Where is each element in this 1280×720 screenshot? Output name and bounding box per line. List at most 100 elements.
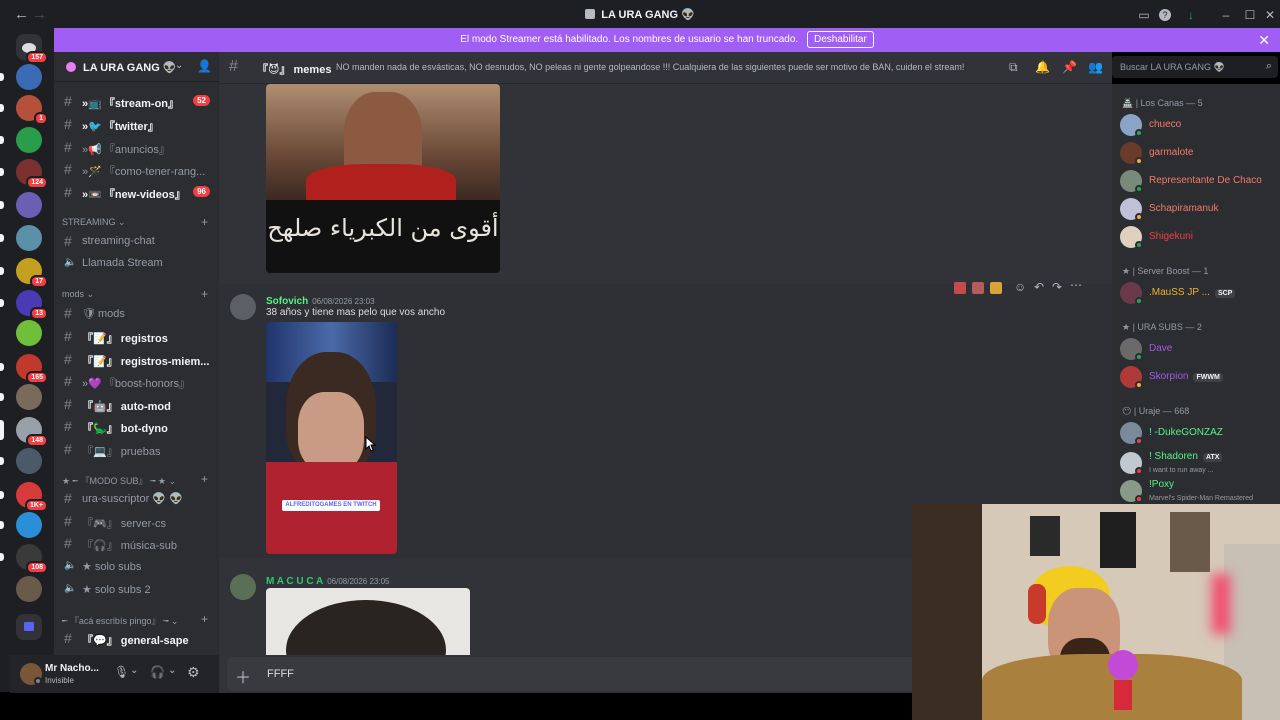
channel-item[interactable]: # »📺 『stream-on』 52 <box>62 91 214 111</box>
channel-item[interactable]: # »📼 『new-videos』 96 <box>62 182 214 202</box>
add-member-icon[interactable]: 👤 <box>197 59 212 73</box>
member-item[interactable]: ! -DukeGONZAZ <box>1120 420 1280 448</box>
channel-item[interactable]: 🔈 ★ solo subs <box>62 556 214 576</box>
server-icon[interactable]: 124 <box>16 159 48 189</box>
help-icon[interactable]: ? <box>1159 9 1171 21</box>
channel-item[interactable]: # 『🦕』 bot-dyno <box>62 416 214 436</box>
member-item[interactable]: Dave <box>1120 336 1280 364</box>
server-icon[interactable]: 1 <box>16 95 48 125</box>
channel-item[interactable]: # »💜 『boost-honors』 <box>62 371 214 391</box>
minimize-icon[interactable]: – <box>1218 7 1234 23</box>
channel-category[interactable]: ╾ 『acá escribís pingo』 ╼ ⌄ + <box>62 612 212 627</box>
server-icon[interactable] <box>16 64 42 90</box>
server-icon[interactable]: 148 <box>16 417 48 447</box>
status-indicator <box>1135 381 1143 389</box>
server-icon[interactable]: 165 <box>16 354 48 384</box>
server-icon[interactable] <box>16 320 42 346</box>
server-icon[interactable] <box>16 384 42 410</box>
channel-item[interactable]: # 『📝』 registros-miem... <box>62 349 214 369</box>
member-item[interactable]: ! Shadoren ATX I want to run away ... <box>1120 450 1280 478</box>
close-banner-icon[interactable]: ✕ <box>1258 28 1270 52</box>
server-icon[interactable] <box>16 127 42 153</box>
channel-item[interactable]: 🔈 ★ solo subs 2 <box>62 579 214 599</box>
reply-icon[interactable]: ↶ <box>1034 280 1044 294</box>
threads-icon[interactable]: ⧉ <box>1009 60 1018 75</box>
server-icon[interactable]: 1K+ <box>16 482 48 512</box>
channel-item[interactable]: # »📢 『anuncios』 <box>62 137 214 157</box>
member-item[interactable]: .MauSS JP ... SCP <box>1120 280 1280 308</box>
avatar[interactable] <box>230 294 256 320</box>
status-indicator <box>1135 157 1143 165</box>
member-item[interactable]: garmalote <box>1120 140 1280 168</box>
chevron-down-icon[interactable]: ⌄ <box>168 665 176 676</box>
message-timestamp: 06/08/2026 23:03 <box>312 297 375 306</box>
message-author[interactable]: M A C U C A <box>266 576 323 587</box>
more-options-icon[interactable]: ⋯ <box>1070 278 1082 292</box>
search-input[interactable]: Buscar LA URA GANG 👽 <box>1120 62 1225 73</box>
headphones-icon[interactable]: 🎧 <box>150 665 165 679</box>
message-input[interactable]: FFFF <box>267 668 294 680</box>
member-item[interactable]: Shigekuni <box>1120 224 1280 252</box>
add-reaction-icon[interactable]: ☺ <box>1014 280 1026 294</box>
channel-item[interactable]: # ura-suscriptor 👽 👽 <box>62 488 214 508</box>
channel-item[interactable]: # 🛡 mods <box>62 303 214 323</box>
reaction-icon[interactable] <box>954 282 966 294</box>
member-item[interactable]: Representante De Chaco <box>1120 168 1280 196</box>
message-image[interactable] <box>266 588 470 655</box>
channel-category[interactable]: mods ⌄ + <box>62 287 212 301</box>
server-icon[interactable]: 13 <box>16 290 48 320</box>
chevron-down-icon[interactable]: ⌄ <box>130 665 138 676</box>
forward-icon[interactable]: ↷ <box>1052 280 1062 294</box>
add-channel-icon[interactable]: + <box>201 472 208 486</box>
maximize-icon[interactable]: ☐ <box>1242 7 1258 23</box>
folder-icon[interactable] <box>16 614 42 640</box>
channel-item[interactable]: # »🪄 『como-tener-rang... <box>62 159 214 179</box>
inbox-icon[interactable]: ▭ <box>1136 7 1152 23</box>
reaction-icon[interactable] <box>990 282 1002 294</box>
member-list-icon[interactable]: 👥 <box>1088 60 1103 74</box>
channel-item[interactable]: 🔈 Llamada Stream <box>62 253 214 273</box>
settings-gear-icon[interactable]: ⚙ <box>187 664 200 681</box>
channel-item[interactable]: # 『📝』 registros <box>62 326 214 346</box>
channel-label: »🪄 『como-tener-rang... <box>82 163 205 179</box>
channel-category[interactable]: ★ ╾ 『MODO SUB』 ╼ ★ ⌄ + <box>62 472 212 487</box>
member-item[interactable]: chueco <box>1120 112 1280 140</box>
disable-streamer-button[interactable]: Deshabilitar <box>806 31 874 48</box>
channel-category[interactable]: STREAMING ⌄ + <box>62 215 212 229</box>
server-icon[interactable] <box>16 225 42 251</box>
message-image[interactable]: ALFREDITOGAMES EN TWITCH <box>266 322 397 554</box>
member-item[interactable]: !Poxy Marvel's Spider-Man Remastered <box>1120 478 1280 504</box>
close-window-icon[interactable]: ✕ <box>1262 7 1278 23</box>
member-item[interactable]: Skorpion FWWM <box>1120 364 1280 392</box>
search-box[interactable]: Buscar LA URA GANG 👽 ⌕ <box>1112 56 1278 78</box>
member-item[interactable]: Schapiramanuk <box>1120 196 1280 224</box>
channel-item[interactable]: # streaming-chat <box>62 231 214 251</box>
microphone-icon[interactable]: 🎙 <box>114 665 129 679</box>
reaction-icon[interactable] <box>972 282 984 294</box>
channel-item[interactable]: # 『💻』 pruebas <box>62 439 214 459</box>
message-image[interactable]: أقوى من الكبرياء صلهح <box>266 84 500 273</box>
server-icon[interactable] <box>16 512 42 538</box>
server-icon[interactable] <box>16 192 42 218</box>
channel-item[interactable]: # 『🤖』 auto-mod <box>62 394 214 414</box>
avatar[interactable] <box>230 574 256 600</box>
server-icon[interactable]: 108 <box>16 544 48 574</box>
server-icon[interactable]: 17 <box>16 258 48 288</box>
channel-item[interactable]: # 『🎧』 música-sub <box>62 533 214 553</box>
channel-topic[interactable]: NO manden nada de esvásticas, NO desnudo… <box>336 62 964 72</box>
pin-icon[interactable]: 📌 <box>1062 60 1077 74</box>
bell-icon[interactable]: 🔔 <box>1035 60 1050 74</box>
download-icon[interactable]: ↓ <box>1183 7 1199 23</box>
add-channel-icon[interactable]: + <box>201 287 208 301</box>
server-header[interactable]: LA URA GANG 👽 ⌄ 👤 <box>54 52 219 82</box>
server-icon[interactable] <box>16 448 42 474</box>
home-button[interactable]: 157 <box>16 34 48 64</box>
message-author[interactable]: Sofovich <box>266 296 308 307</box>
add-channel-icon[interactable]: + <box>201 612 208 626</box>
add-attachment-icon[interactable]: ＋ <box>235 664 251 688</box>
server-icon[interactable] <box>16 576 42 602</box>
channel-item[interactable]: # 『💬』 general-sape <box>62 628 214 648</box>
channel-item[interactable]: # 『🎮』 server-cs <box>62 511 214 531</box>
channel-item[interactable]: # »🐦 『twitter』 <box>62 114 214 134</box>
add-channel-icon[interactable]: + <box>201 215 208 229</box>
